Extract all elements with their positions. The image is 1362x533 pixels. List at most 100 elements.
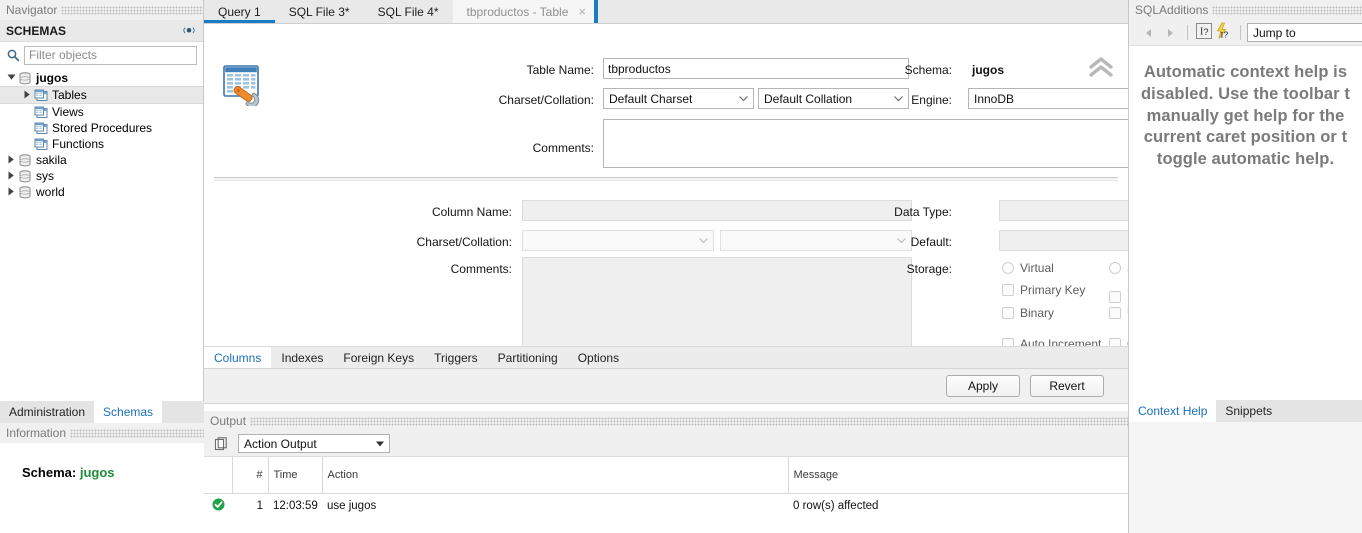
table-edit-icon	[223, 65, 260, 106]
chevron-right-icon[interactable]	[20, 90, 34, 101]
chevron-right-icon[interactable]	[4, 155, 18, 166]
close-icon[interactable]: ×	[578, 5, 586, 18]
tab-triggers[interactable]: Triggers	[424, 347, 488, 368]
table-icon	[34, 106, 48, 118]
tab-label: tbproductos - Table	[466, 4, 569, 19]
schemas-header-label: SCHEMAS	[6, 23, 67, 38]
tree-item-label: Functions	[52, 137, 105, 151]
arrow-right-icon[interactable]	[1159, 28, 1181, 38]
output-mode-select[interactable]: Action Output	[238, 434, 390, 453]
tree-item-sys[interactable]: sys	[0, 168, 203, 184]
information-caption: Information	[0, 423, 204, 443]
horizontal-splitter[interactable]	[214, 177, 1118, 181]
output-col-action[interactable]: Action	[322, 457, 789, 494]
revert-button[interactable]: Revert	[1030, 375, 1104, 397]
copy-icon[interactable]	[214, 436, 230, 452]
toolbar-separator	[1240, 25, 1241, 40]
arrow-left-icon[interactable]	[1137, 28, 1159, 38]
output-caption-label: Output	[210, 414, 251, 428]
table-row[interactable]: 1 12:03:59 use jugos 0 row(s) affected 0…	[204, 493, 1290, 518]
jump-to-input[interactable]: Jump to	[1247, 23, 1362, 42]
auto-context-help-icon[interactable]: ? I	[1214, 22, 1234, 43]
chevron-down-icon	[699, 237, 708, 243]
refresh-icon[interactable]	[181, 24, 197, 38]
tree-item-tables[interactable]: Tables	[0, 86, 203, 104]
table-name-label: Table Name:	[526, 63, 594, 77]
navigator-panel: Navigator SCHEMAS jugos Tables Views Stored…	[0, 0, 204, 533]
sql-additions-toolbar: I ? ? I Jump to	[1129, 20, 1362, 46]
tree-item-functions[interactable]: Functions	[0, 136, 203, 152]
chevron-down-icon	[739, 95, 748, 101]
tree-item-label: sys	[36, 169, 54, 183]
database-icon	[18, 169, 32, 183]
tab-administration[interactable]: Administration	[0, 401, 95, 423]
context-help-line: current caret position or t	[1143, 128, 1348, 147]
context-help-line: manually get help for the	[1146, 106, 1345, 125]
tab-indexes[interactable]: Indexes	[271, 347, 333, 368]
navigator-caption: Navigator	[0, 0, 203, 20]
chevron-down-icon[interactable]	[4, 73, 18, 83]
column-comments-label: Comments:	[450, 262, 512, 276]
database-icon	[19, 71, 31, 84]
checkbox-primary-key[interactable]: Primary Key	[1002, 283, 1085, 297]
tab-label: Query 1	[218, 4, 261, 19]
tree-item-views[interactable]: Views	[0, 104, 203, 120]
chevron-double-up-icon[interactable]	[1088, 56, 1114, 78]
table-icon	[34, 89, 48, 102]
caret-down-icon	[376, 441, 384, 446]
output-col-time[interactable]: Time	[268, 457, 323, 494]
chevron-right-icon[interactable]	[4, 171, 18, 182]
tree-item-jugos[interactable]: jugos	[0, 70, 203, 86]
info-schema-label: Schema:	[22, 465, 77, 480]
mysql-workbench-window: Navigator SCHEMAS jugos Tables Views Stored…	[0, 0, 1362, 533]
context-help-icon[interactable]: I ?	[1194, 22, 1214, 43]
tab-sql-file-4[interactable]: SQL File 4*	[363, 0, 453, 23]
tab-tbproductos-table[interactable]: tbproductos - Table ×	[452, 0, 599, 23]
tree-item-sakila[interactable]: sakila	[0, 152, 203, 168]
tab-query-1[interactable]: Query 1	[204, 0, 275, 23]
filter-objects-input[interactable]	[24, 45, 197, 65]
tab-snippets[interactable]: Snippets	[1216, 400, 1282, 422]
navigator-tabstrip: Administration Schemas	[0, 401, 204, 423]
tree-item-label: Stored Procedures	[52, 121, 153, 135]
charset-select[interactable]: Default Charset	[603, 88, 754, 109]
output-col-status[interactable]	[204, 457, 233, 494]
column-charset-select[interactable]	[522, 230, 714, 251]
tree-item-label: sakila	[36, 153, 67, 167]
caption-dots	[61, 5, 203, 15]
caption-dots	[250, 416, 1128, 426]
svg-text:?: ?	[1204, 27, 1209, 37]
tab-foreign-keys[interactable]: Foreign Keys	[333, 347, 424, 368]
information-body: Schema: jugos	[0, 443, 204, 533]
radio-virtual[interactable]: Virtual	[1002, 261, 1054, 275]
row-time: 12:03:59	[268, 493, 322, 518]
tree-item-stored-procedures[interactable]: Stored Procedures	[0, 120, 203, 136]
output-col-num[interactable]: #	[232, 457, 269, 494]
apply-button[interactable]: Apply	[946, 375, 1020, 397]
tree-item-label: jugos	[36, 71, 68, 85]
tab-schemas[interactable]: Schemas	[94, 401, 163, 423]
information-caption-label: Information	[6, 426, 71, 440]
schema-tree: jugos Tables Views Stored Procedures Functio…	[0, 68, 203, 200]
sql-additions-caption-label: SQLAdditions	[1135, 3, 1213, 17]
schema-value: jugos	[972, 63, 1004, 77]
tree-item-world[interactable]: world	[0, 184, 203, 200]
filter-row	[0, 42, 203, 68]
context-help-line: disabled. Use the toolbar t	[1141, 84, 1350, 103]
tab-sql-file-3[interactable]: SQL File 3*	[274, 0, 364, 23]
database-icon	[19, 185, 31, 198]
chevron-right-icon[interactable]	[4, 187, 18, 198]
tree-item-label: world	[36, 185, 65, 199]
tree-item-label: Tables	[52, 88, 87, 102]
table-icon	[34, 138, 48, 151]
charset-select-value: Default Charset	[603, 88, 754, 109]
tab-columns[interactable]: Columns	[204, 347, 272, 368]
checkbox-binary[interactable]: Binary	[1002, 306, 1054, 320]
tab-partitioning[interactable]: Partitioning	[488, 347, 568, 368]
tab-context-help[interactable]: Context Help	[1129, 400, 1217, 422]
column-charset-value	[522, 230, 714, 251]
toolbar-separator	[1187, 25, 1188, 40]
engine-label: Engine:	[911, 93, 952, 107]
tab-options[interactable]: Options	[568, 347, 629, 368]
checkbox-primary-key-indicator	[1002, 284, 1014, 296]
